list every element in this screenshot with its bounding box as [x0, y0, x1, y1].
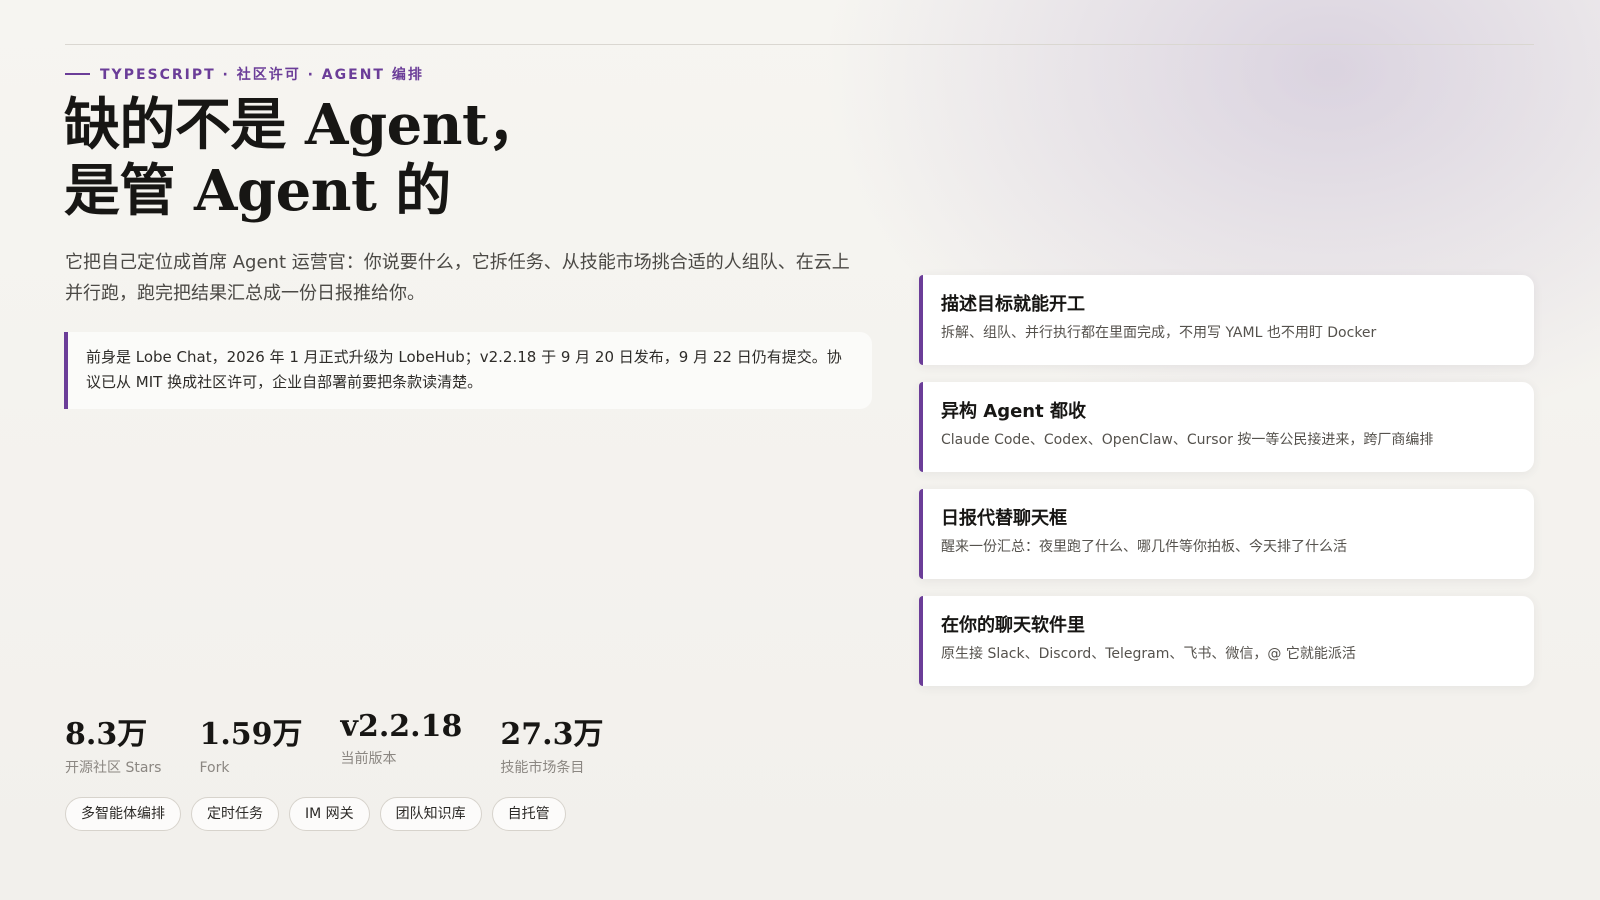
feature-card-title: 在你的聊天软件里: [941, 615, 1085, 636]
feature-card-title: 日报代替聊天框: [941, 508, 1067, 529]
feature-tags: 多智能体编排 定时任务 IM 网关 团队知识库 自托管: [65, 797, 566, 831]
stat-forks: 1.59万 Fork: [199, 716, 302, 778]
feature-card-title: 异构 Agent 都收: [941, 401, 1086, 422]
top-divider: [65, 44, 1534, 45]
feature-card-goal: 描述目标就能开工 拆解、组队、并行执行都在里面完成，不用写 YAML 也不用盯 …: [919, 275, 1534, 365]
headline: 缺的不是 Agent， 是管 Agent 的: [64, 92, 543, 224]
stat-skills: 27.3万 技能市场条目: [500, 716, 603, 778]
tag-team-knowledge: 团队知识库: [379, 797, 482, 831]
tag-scheduled-tasks: 定时任务: [191, 797, 279, 831]
feature-card-description: 原生接 Slack、Discord、Telegram、飞书、微信，@ 它就能派活: [941, 646, 1356, 662]
stat-label: 开源社区 Stars: [65, 760, 162, 776]
kicker-dash: [65, 73, 90, 75]
feature-cards: 描述目标就能开工 拆解、组队、并行执行都在里面完成，不用写 YAML 也不用盯 …: [919, 275, 1534, 703]
tag-multi-agent: 多智能体编排: [65, 797, 181, 831]
lede-paragraph: 它把自己定位成首席 Agent 运营官：你说要什么，它拆任务、从技能市场挑合适的…: [65, 252, 850, 304]
history-note: 前身是 Lobe Chat，2026 年 1 月正式升级为 LobeHub；v2…: [64, 332, 872, 409]
stat-version: v2.2.18 当前版本: [340, 709, 463, 769]
stat-value: v2.2.18: [340, 709, 463, 744]
stat-value: 27.3万: [500, 717, 604, 752]
feature-card-title: 描述目标就能开工: [941, 294, 1085, 315]
stat-label: 技能市场条目: [500, 760, 585, 776]
stat-value: 8.3万: [65, 717, 148, 752]
stat-stars: 8.3万 开源社区 Stars: [65, 716, 161, 778]
headline-line-1: 缺的不是 Agent，: [64, 92, 543, 158]
feature-card-description: 拆解、组队、并行执行都在里面完成，不用写 YAML 也不用盯 Docker: [941, 325, 1377, 341]
feature-card-chat-apps: 在你的聊天软件里 原生接 Slack、Discord、Telegram、飞书、微…: [919, 596, 1534, 686]
feature-card-description: 醒来一份汇总：夜里跑了什么、哪几件等你拍板、今天排了什么活: [941, 539, 1347, 555]
stat-label: Fork: [199, 760, 230, 776]
stats-row: 8.3万 开源社区 Stars 1.59万 Fork v2.2.18 当前版本 …: [65, 709, 641, 778]
headline-line-2: 是管 Agent 的: [64, 158, 451, 224]
kicker: TYPESCRIPT · 社区许可 · AGENT 编排: [65, 64, 424, 84]
feature-card-agents: 异构 Agent 都收 Claude Code、Codex、OpenClaw、C…: [919, 382, 1534, 472]
tag-self-hosted: 自托管: [491, 797, 566, 831]
feature-card-description: Claude Code、Codex、OpenClaw、Cursor 按一等公民接…: [941, 432, 1434, 448]
kicker-text: TYPESCRIPT · 社区许可 · AGENT 编排: [100, 67, 424, 83]
stat-value: 1.59万: [199, 717, 303, 752]
stat-label: 当前版本: [340, 751, 397, 767]
tag-im-gateway: IM 网关: [289, 797, 370, 831]
feature-card-daily-report: 日报代替聊天框 醒来一份汇总：夜里跑了什么、哪几件等你拍板、今天排了什么活: [919, 489, 1534, 579]
